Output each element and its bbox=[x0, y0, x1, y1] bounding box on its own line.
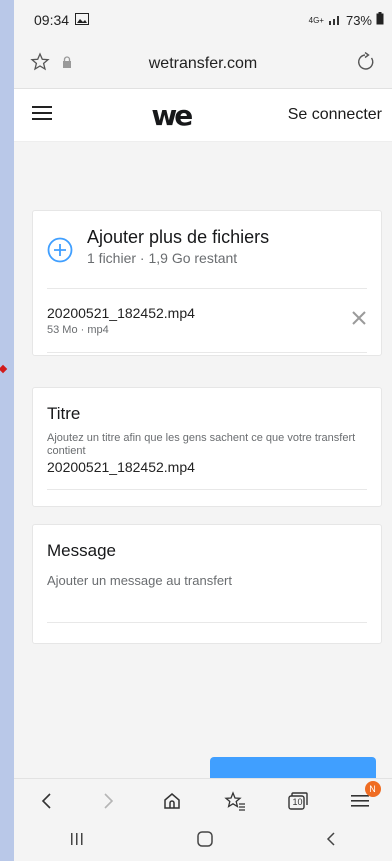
signal-icon bbox=[328, 13, 342, 28]
battery-icon bbox=[376, 12, 384, 28]
wetransfer-logo[interactable]: we bbox=[151, 99, 193, 132]
tabs-count: 10 bbox=[292, 797, 303, 807]
recent-apps-icon[interactable] bbox=[69, 832, 85, 851]
file-meta: 53 Mo · mp4 bbox=[47, 324, 109, 336]
phone-screen: 09:34 4G+ 73% wetransfer.com we Se conne… bbox=[14, 0, 392, 861]
file-item: 20200521_182452.mp4 53 Mo · mp4 bbox=[33, 289, 381, 352]
bookmarks-icon[interactable] bbox=[219, 785, 251, 817]
back-icon[interactable] bbox=[30, 785, 62, 817]
system-nav-bar bbox=[14, 822, 392, 861]
file-name: 20200521_182452.mp4 bbox=[47, 305, 195, 321]
status-time: 09:34 bbox=[34, 12, 70, 28]
message-card[interactable]: Message Ajouter un message au transfert bbox=[32, 524, 382, 644]
browser-url-bar: wetransfer.com bbox=[14, 40, 392, 89]
sign-in-link[interactable]: Se connecter bbox=[288, 106, 382, 124]
reload-icon[interactable] bbox=[316, 51, 376, 77]
remove-file-icon[interactable] bbox=[351, 310, 367, 331]
message-label: Message bbox=[47, 541, 116, 560]
title-hint: Ajoutez un titre afin que les gens sache… bbox=[47, 432, 356, 457]
battery-percent: 73% bbox=[345, 12, 372, 28]
add-files-title: Ajouter plus de fichiers bbox=[87, 227, 270, 247]
title-card[interactable]: Titre Ajoutez un titre afin que les gens… bbox=[32, 387, 382, 507]
app-header: we Se connecter bbox=[14, 89, 392, 142]
hamburger-menu-icon[interactable] bbox=[32, 105, 54, 126]
lock-icon bbox=[62, 55, 72, 73]
status-bar: 09:34 4G+ 73% bbox=[14, 0, 392, 40]
forward-icon[interactable] bbox=[93, 785, 125, 817]
home-icon[interactable] bbox=[156, 785, 188, 817]
bookmark-star-icon[interactable] bbox=[30, 51, 50, 77]
system-back-icon[interactable] bbox=[325, 831, 337, 852]
red-pointer-marker bbox=[0, 364, 8, 374]
add-circle-icon[interactable] bbox=[47, 237, 73, 268]
divider bbox=[47, 489, 367, 490]
files-card: Ajouter plus de fichiers 1 fichier · 1,9… bbox=[32, 210, 382, 356]
message-input[interactable]: Ajouter un message au transfert bbox=[33, 561, 381, 588]
network-type: 4G+ bbox=[308, 15, 324, 25]
divider bbox=[47, 622, 367, 623]
notification-badge: N bbox=[364, 781, 381, 797]
title-label: Titre bbox=[47, 404, 81, 423]
tabs-icon[interactable]: 10 bbox=[282, 785, 314, 817]
add-files-button[interactable]: Ajouter plus de fichiers 1 fichier · 1,9… bbox=[33, 211, 381, 268]
gallery-icon bbox=[75, 12, 90, 28]
files-remaining: 1 fichier · 1,9 Go restant bbox=[87, 250, 238, 266]
title-input[interactable]: 20200521_182452.mp4 bbox=[33, 458, 381, 475]
main-content: Ajouter plus de fichiers 1 fichier · 1,9… bbox=[14, 142, 392, 822]
browser-toolbar: 10 N bbox=[14, 778, 392, 823]
home-button-icon[interactable] bbox=[196, 830, 214, 853]
browser-menu-icon[interactable]: N bbox=[345, 781, 381, 817]
divider bbox=[47, 352, 367, 353]
url-text[interactable]: wetransfer.com bbox=[149, 55, 257, 73]
